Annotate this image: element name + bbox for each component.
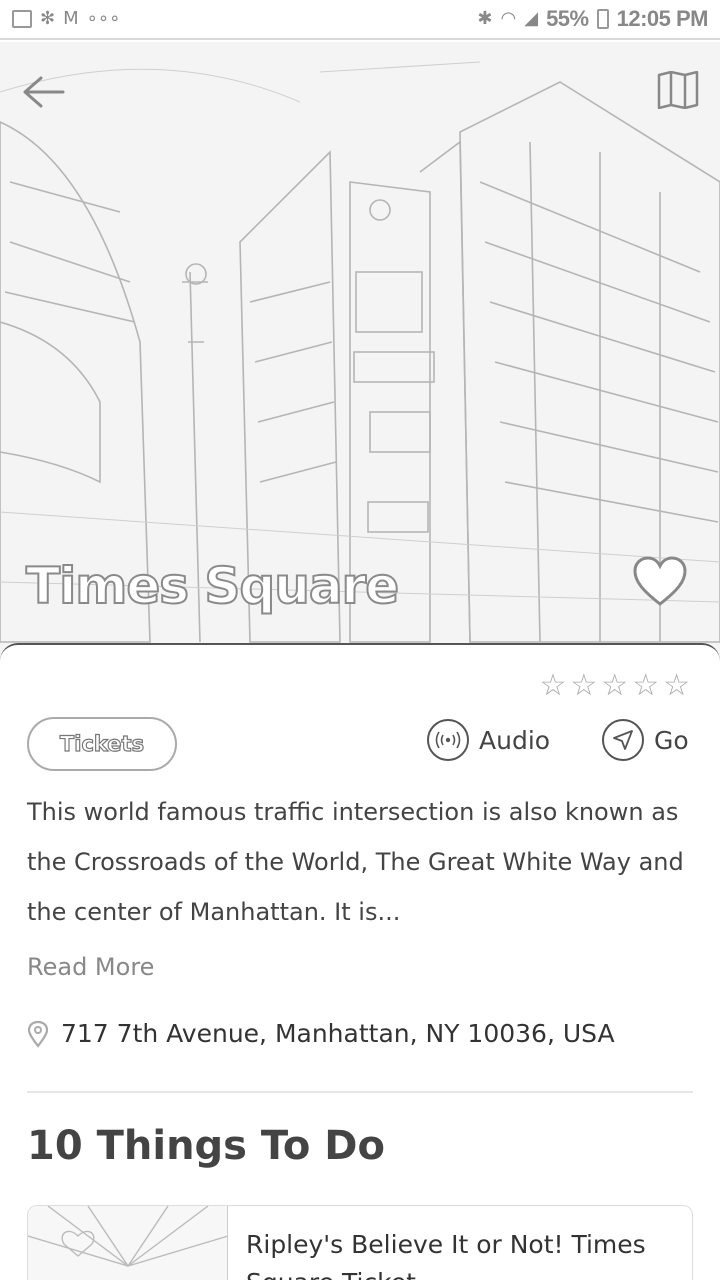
bluetooth-icon: ✱ <box>477 8 493 29</box>
navigation-icon <box>602 719 644 761</box>
place-title: Times Square <box>25 556 400 616</box>
place-description: This world famous traffic intersection i… <box>27 798 684 926</box>
gallery-notification-icon <box>12 10 32 28</box>
details-card: ☆ ☆ ☆ ☆ ☆ Tickets Audio Go This world fa… <box>0 643 720 1280</box>
read-more-link[interactable]: Read More <box>27 953 154 981</box>
back-button[interactable] <box>18 72 68 112</box>
map-icon <box>657 71 699 109</box>
heart-icon <box>633 556 687 606</box>
battery-icon <box>596 9 609 29</box>
thing-thumbnail <box>28 1206 228 1280</box>
wifi-icon: ◠ <box>500 8 517 29</box>
hero-image: Times Square <box>0 42 720 662</box>
fan-notification-icon: ✻ <box>40 8 56 29</box>
tickets-button[interactable]: Tickets <box>27 717 177 771</box>
go-label: Go <box>654 725 689 755</box>
clock: 12:05 PM <box>616 6 709 31</box>
gmail-notification-icon: M <box>63 8 79 29</box>
star-rating[interactable]: ☆ ☆ ☆ ☆ ☆ <box>539 671 690 701</box>
signal-icon: ◢ <box>524 8 539 29</box>
status-bar-right: ✱ ◠ ◢ 55% 12:05 PM <box>477 6 708 32</box>
go-button[interactable]: Go <box>602 719 689 761</box>
battery-percent: 55% <box>546 6 589 31</box>
favorite-button[interactable] <box>630 554 690 610</box>
divider <box>27 1091 693 1093</box>
star-icon[interactable]: ☆ <box>539 671 566 701</box>
audio-label: Audio <box>479 725 551 755</box>
star-icon[interactable]: ☆ <box>570 671 597 701</box>
things-to-do-title: 10 Things To Do <box>27 1123 385 1169</box>
thing-card[interactable]: Ripley's Believe It or Not! Times Square… <box>27 1205 693 1280</box>
back-arrow-icon <box>23 76 65 108</box>
star-icon[interactable]: ☆ <box>601 671 628 701</box>
audio-button[interactable]: Audio <box>427 719 550 761</box>
tickets-label: Tickets <box>59 731 145 756</box>
map-button[interactable] <box>654 70 702 110</box>
audio-icon <box>427 719 469 761</box>
status-bar: ✻ M ∘∘∘ ✱ ◠ ◢ 55% 12:05 PM <box>0 0 720 40</box>
status-bar-left: ✻ M ∘∘∘ <box>12 10 120 28</box>
more-notifications-icon: ∘∘∘ <box>86 8 121 29</box>
star-icon[interactable]: ☆ <box>632 671 659 701</box>
location-pin-icon <box>27 1020 49 1048</box>
address-text: 717 7th Avenue, Manhattan, NY 10036, USA <box>61 1019 615 1048</box>
star-icon[interactable]: ☆ <box>663 671 690 701</box>
thing-title: Ripley's Believe It or Not! Times Square… <box>246 1230 646 1280</box>
address-row[interactable]: 717 7th Avenue, Manhattan, NY 10036, USA <box>27 1019 615 1048</box>
